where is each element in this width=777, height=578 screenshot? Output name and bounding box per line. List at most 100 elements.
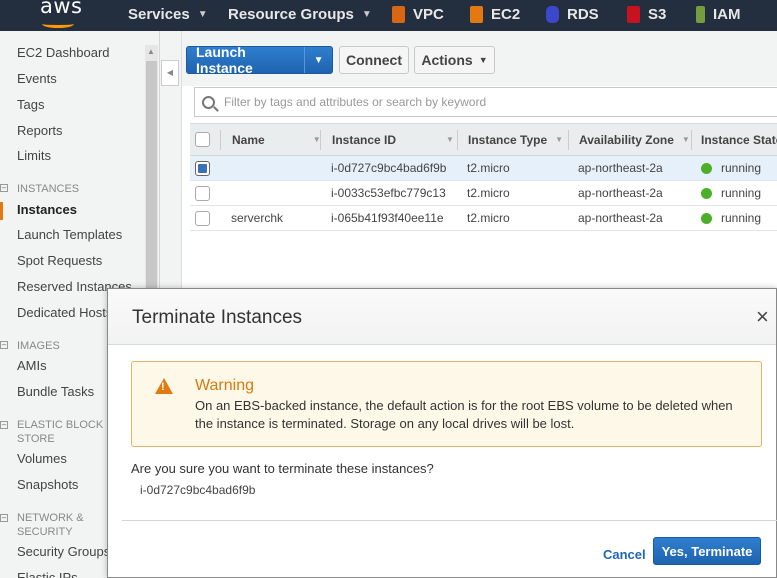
status-running-icon: [701, 162, 712, 174]
filter-search-input[interactable]: Filter by tags and attributes or search …: [194, 87, 777, 117]
cell-name: serverchk: [231, 211, 284, 225]
chevron-left-icon: ◀: [166, 68, 174, 77]
sidebar-item-ec2-dashboard[interactable]: EC2 Dashboard: [17, 45, 110, 60]
aws-logo-smile: [42, 20, 74, 28]
table-row[interactable]: serverchk i-065b41f93f40ee11e t2.micro a…: [190, 206, 777, 231]
cell-availability-zone: ap-northeast-2a: [578, 211, 663, 225]
iam-icon: [696, 6, 705, 23]
column-label: Name: [232, 132, 265, 147]
column-header-instance-type[interactable]: Instance Type ▼: [468, 124, 563, 155]
row-checkbox[interactable]: [195, 160, 210, 176]
cell-instance-type: t2.micro: [467, 186, 510, 200]
terminate-instances-dialog: Terminate Instances × ! Warning On an EB…: [107, 288, 777, 578]
shortcut-label: VPC: [413, 6, 444, 23]
row-checkbox[interactable]: [195, 210, 210, 226]
state-label: running: [721, 211, 762, 225]
sidebar-item-limits[interactable]: Limits: [17, 148, 51, 163]
column-header-instance-id[interactable]: Instance ID ▼: [332, 124, 454, 155]
cell-instance-state: running: [701, 156, 761, 180]
scroll-up-icon[interactable]: ▲: [147, 47, 155, 56]
table-row[interactable]: i-0d727c9bc4bad6f9b t2.micro ap-northeas…: [190, 156, 777, 181]
s3-icon: [627, 6, 640, 23]
search-placeholder: Filter by tags and attributes or search …: [224, 95, 487, 109]
column-label: Availability Zone: [579, 132, 674, 147]
sidebar-item-launch-templates[interactable]: Launch Templates: [17, 227, 122, 242]
collapse-section-icon[interactable]: –: [0, 421, 8, 429]
chevron-down-icon[interactable]: ▼: [304, 47, 332, 73]
warning-title: Warning: [195, 377, 254, 394]
divider: [122, 520, 777, 521]
shortcut-label: EC2: [491, 6, 521, 23]
resource-groups-label: Resource Groups: [228, 6, 354, 23]
column-header-name[interactable]: Name ▼: [232, 124, 321, 155]
column-label: Instance ID: [332, 132, 397, 147]
table-row[interactable]: i-0033c53efbc779c13 t2.micro ap-northeas…: [190, 181, 777, 206]
active-item-indicator: [0, 202, 3, 220]
close-icon[interactable]: ×: [756, 306, 769, 328]
status-running-icon: [701, 212, 712, 224]
services-label: Services: [128, 6, 190, 23]
warning-text: On an EBS-backed instance, the default a…: [195, 398, 733, 431]
shortcut-iam[interactable]: IAM: [696, 6, 741, 23]
shortcut-vpc[interactable]: VPC: [392, 6, 444, 23]
sidebar-item-elastic-ips[interactable]: Elastic IPs: [17, 570, 78, 578]
column-divider: [568, 130, 569, 150]
launch-instance-button[interactable]: Launch Instance ▼: [186, 44, 333, 76]
sidebar-item-tags[interactable]: Tags: [17, 97, 44, 112]
shortcut-ec2[interactable]: EC2: [470, 6, 520, 23]
table-header-row: Name ▼ Instance ID ▼ Instance Type ▼ Availa…: [190, 123, 777, 156]
column-divider: [691, 130, 692, 150]
sidebar-item-security-groups[interactable]: Security Groups: [17, 544, 110, 559]
column-label: Instance State: [701, 132, 777, 147]
aws-logo[interactable]: aws: [40, 0, 83, 18]
yes-terminate-button[interactable]: Yes, Terminate: [653, 537, 761, 565]
launch-instance-label: Launch Instance: [196, 44, 253, 76]
collapse-section-icon[interactable]: –: [0, 341, 8, 349]
confirm-question: Are you sure you want to terminate these…: [131, 461, 434, 476]
cell-instance-type: t2.micro: [467, 211, 510, 225]
sidebar-item-instances[interactable]: Instances: [17, 202, 77, 217]
column-header-availability-zone[interactable]: Availability Zone ▼: [579, 124, 690, 155]
sidebar-item-amis[interactable]: AMIs: [17, 358, 47, 373]
shortcut-label: S3: [648, 6, 667, 23]
sidebar-item-spot-requests[interactable]: Spot Requests: [17, 253, 102, 268]
actions-button[interactable]: Actions ▼: [414, 46, 495, 74]
cancel-button[interactable]: Cancel: [603, 547, 646, 562]
sort-icon[interactable]: ▼: [555, 135, 563, 144]
chevron-down-icon: ▼: [478, 55, 488, 65]
ec2-icon: [470, 6, 483, 23]
sidebar-item-bundle-tasks[interactable]: Bundle Tasks: [17, 384, 94, 399]
sidebar-item-volumes[interactable]: Volumes: [17, 451, 67, 466]
sidebar-item-events[interactable]: Events: [17, 71, 57, 86]
connect-button[interactable]: Connect: [339, 46, 409, 74]
column-header-instance-state[interactable]: Instance State: [701, 124, 777, 155]
state-label: running: [721, 161, 762, 175]
cell-instance-type: t2.micro: [467, 161, 510, 175]
search-icon: [202, 95, 215, 109]
sidebar-scroll-thumb[interactable]: [146, 61, 157, 321]
row-checkbox[interactable]: [195, 185, 210, 201]
status-running-icon: [701, 187, 712, 199]
cell-instance-state: running: [701, 181, 761, 205]
sidebar-item-snapshots[interactable]: Snapshots: [17, 477, 78, 492]
collapse-sidebar-button[interactable]: ◀: [161, 60, 179, 86]
shortcut-label: IAM: [713, 6, 741, 23]
chevron-down-icon: ▼: [361, 9, 372, 20]
collapse-section-icon[interactable]: –: [0, 514, 8, 522]
resource-groups-menu[interactable]: Resource Groups ▼: [228, 6, 372, 23]
sort-icon[interactable]: ▼: [446, 135, 454, 144]
collapse-section-icon[interactable]: –: [0, 184, 8, 192]
shortcut-rds[interactable]: RDS: [546, 6, 599, 23]
select-all-checkbox[interactable]: [195, 132, 210, 147]
sort-icon[interactable]: ▼: [682, 135, 690, 144]
sidebar-item-dedicated-hosts[interactable]: Dedicated Hosts: [17, 305, 112, 320]
cell-instance-id: i-0033c53efbc779c13: [331, 186, 446, 200]
warning-icon: !: [155, 378, 173, 394]
vpc-icon: [392, 6, 405, 23]
services-menu[interactable]: Services ▼: [128, 6, 208, 23]
column-label: Instance Type: [468, 132, 548, 147]
cell-availability-zone: ap-northeast-2a: [578, 161, 663, 175]
actions-label: Actions: [421, 52, 473, 68]
shortcut-s3[interactable]: S3: [627, 6, 666, 23]
sidebar-item-reports[interactable]: Reports: [17, 123, 63, 138]
